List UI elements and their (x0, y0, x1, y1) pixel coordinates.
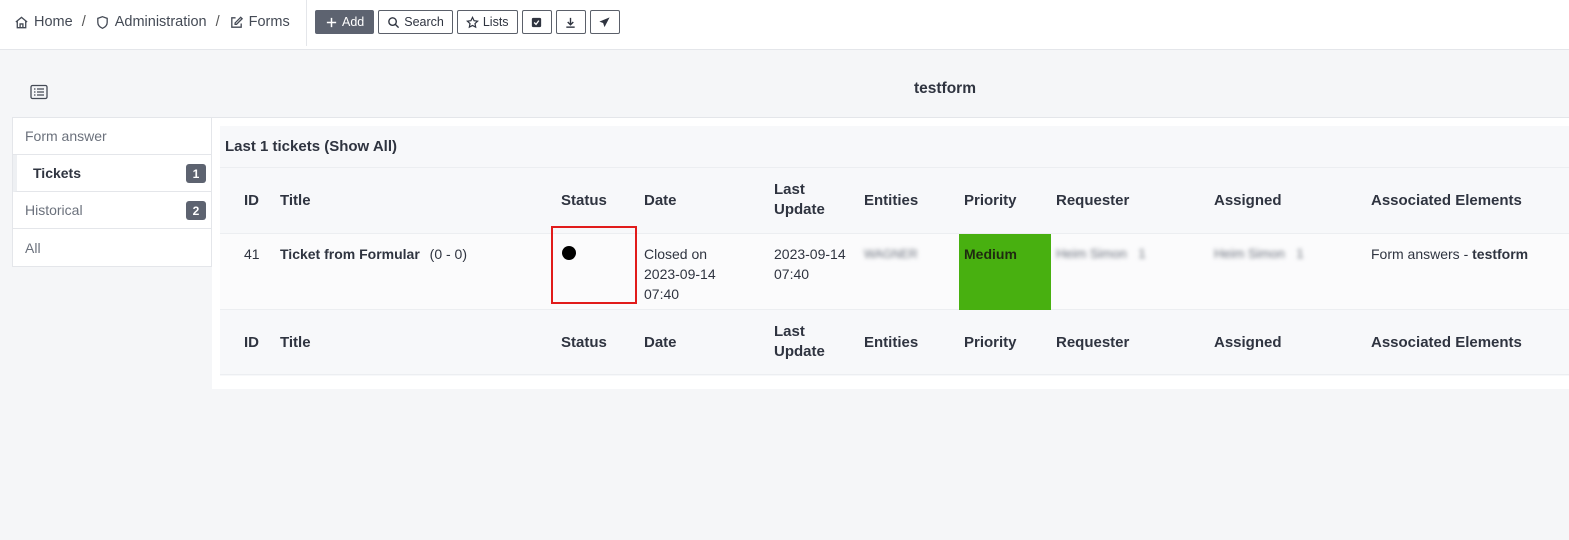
column-entities[interactable]: Entities (864, 191, 918, 211)
side-tabs: Form answer Tickets 1 Historical 2 All (12, 117, 212, 267)
column-last-update-line1: Last (774, 181, 805, 198)
column-priority[interactable]: Priority (964, 333, 1017, 353)
priority-label: Medium (964, 246, 1017, 262)
table-row[interactable]: 41 Ticket from Formular (0 - 0) Closed o… (220, 233, 1569, 310)
tab-label: Form answer (25, 128, 107, 144)
column-date[interactable]: Date (644, 191, 677, 211)
tab-label: All (25, 239, 41, 256)
ticket-date-line2: 2023-09-14 (644, 266, 716, 282)
column-id[interactable]: ID (244, 333, 259, 353)
tab-all[interactable]: All (13, 229, 211, 266)
ticket-title[interactable]: Ticket from Formular (0 - 0) (280, 244, 467, 264)
ticket-counts: (0 - 0) (429, 246, 468, 262)
search-button-label: Search (404, 15, 444, 29)
tab-tickets[interactable]: Tickets 1 (13, 155, 211, 192)
associated-elements: Form answers - testform (1371, 244, 1528, 264)
status-highlight-box (551, 226, 637, 304)
column-last-update-line2: Update (774, 343, 825, 360)
column-title[interactable]: Title (280, 191, 311, 211)
page-title: testform (913, 80, 976, 97)
breadcrumb: Home / Administration / Forms (14, 12, 290, 32)
column-last-update-line1: Last (774, 323, 805, 340)
ticket-date-line1: Closed on (644, 246, 708, 262)
assigned-name-text: Heim Simon (1214, 246, 1285, 261)
tab-historical[interactable]: Historical 2 (13, 192, 211, 229)
lists-button[interactable]: Lists (456, 10, 518, 34)
assigned-count: 1 (1296, 246, 1304, 261)
ticket-title-link[interactable]: Ticket from Formular (280, 246, 420, 262)
export-button[interactable] (555, 10, 586, 34)
home-icon (15, 15, 28, 28)
tickets-section: Last 1 tickets (Show All) ID Title Statu… (220, 126, 1569, 376)
table-header: ID Title Status Date Last Update Entitie… (220, 176, 1569, 233)
requester-name-text: Heim Simon (1056, 246, 1127, 261)
toolbar: Add Search Lists (315, 10, 620, 34)
column-priority[interactable]: Priority (964, 191, 1017, 211)
requester-name[interactable]: Heim Simon 1 (1056, 244, 1146, 264)
column-requester[interactable]: Requester (1056, 191, 1129, 211)
count-badge: 1 (186, 164, 206, 183)
ticket-last-update: 2023-09-14 07:40 (774, 244, 846, 284)
count-badge: 2 (186, 201, 206, 220)
breadcrumb-administration-label: Administration (114, 14, 207, 30)
check-list-button[interactable] (521, 10, 552, 34)
search-button[interactable]: Search (378, 10, 453, 34)
column-status[interactable]: Status (561, 333, 607, 353)
tickets-heading-text: Last 1 tickets (Show All) (225, 138, 397, 155)
breadcrumb-separator: / (215, 14, 220, 30)
associated-link[interactable]: testform (1472, 246, 1528, 262)
column-associated[interactable]: Associated Elements (1371, 191, 1522, 211)
column-date[interactable]: Date (644, 333, 677, 353)
column-last-update[interactable]: Last Update (774, 322, 825, 362)
associated-prefix: Form answers - (1371, 246, 1473, 262)
edit-icon (230, 15, 243, 28)
column-requester[interactable]: Requester (1056, 333, 1129, 353)
breadcrumb-forms[interactable]: Forms (229, 14, 290, 30)
breadcrumb-separator: / (81, 14, 86, 30)
ticket-date: Closed on 2023-09-14 07:40 (644, 244, 716, 304)
shield-icon (96, 15, 108, 29)
assigned-name[interactable]: Heim Simon 1 (1214, 244, 1304, 264)
ticket-date-line3: 07:40 (644, 286, 680, 302)
tab-label: Historical (25, 202, 83, 218)
search-icon (388, 16, 400, 28)
column-title[interactable]: Title (280, 333, 311, 353)
column-last-update-line2: Update (774, 201, 825, 218)
lists-button-label: Lists (482, 15, 509, 29)
column-status[interactable]: Status (561, 191, 607, 211)
tickets-heading[interactable]: Last 1 tickets (Show All) (220, 126, 1569, 168)
divider (306, 0, 307, 46)
column-associated[interactable]: Associated Elements (1371, 333, 1522, 353)
send-button[interactable] (589, 10, 620, 34)
send-icon (599, 16, 610, 27)
column-entities[interactable]: Entities (864, 333, 918, 353)
tab-form-answer[interactable]: Form answer (13, 118, 211, 155)
breadcrumb-home-label: Home (34, 14, 73, 30)
priority-cell: Medium (959, 234, 1051, 310)
tab-label: Tickets (33, 165, 81, 181)
table-footer: ID Title Status Date Last Update Entitie… (220, 310, 1569, 375)
column-id[interactable]: ID (244, 191, 259, 211)
check-square-icon (531, 17, 542, 27)
breadcrumb-home[interactable]: Home (14, 14, 73, 30)
tickets-panel: Last 1 tickets (Show All) ID Title Statu… (212, 117, 1569, 389)
column-assigned[interactable]: Assigned (1214, 333, 1282, 353)
breadcrumb-forms-label: Forms (248, 14, 290, 30)
add-button[interactable]: Add (315, 10, 375, 34)
plus-icon (326, 17, 337, 27)
breadcrumb-administration[interactable]: Administration (95, 14, 207, 30)
ticket-last-update-line2: 07:40 (774, 266, 810, 282)
star-icon (465, 15, 479, 28)
column-assigned[interactable]: Assigned (1214, 191, 1282, 211)
add-button-label: Add (342, 15, 365, 29)
column-last-update[interactable]: Last Update (774, 180, 825, 220)
top-bar: Home / Administration / Forms Add Search… (0, 0, 1569, 50)
ticket-id: 41 (244, 246, 260, 262)
ticket-last-update-line1: 2023-09-14 (774, 246, 846, 262)
list-icon[interactable] (30, 84, 48, 100)
ticket-entity: WAGNER (864, 247, 918, 261)
download-icon (566, 17, 575, 28)
requester-count: 1 (1138, 246, 1146, 261)
